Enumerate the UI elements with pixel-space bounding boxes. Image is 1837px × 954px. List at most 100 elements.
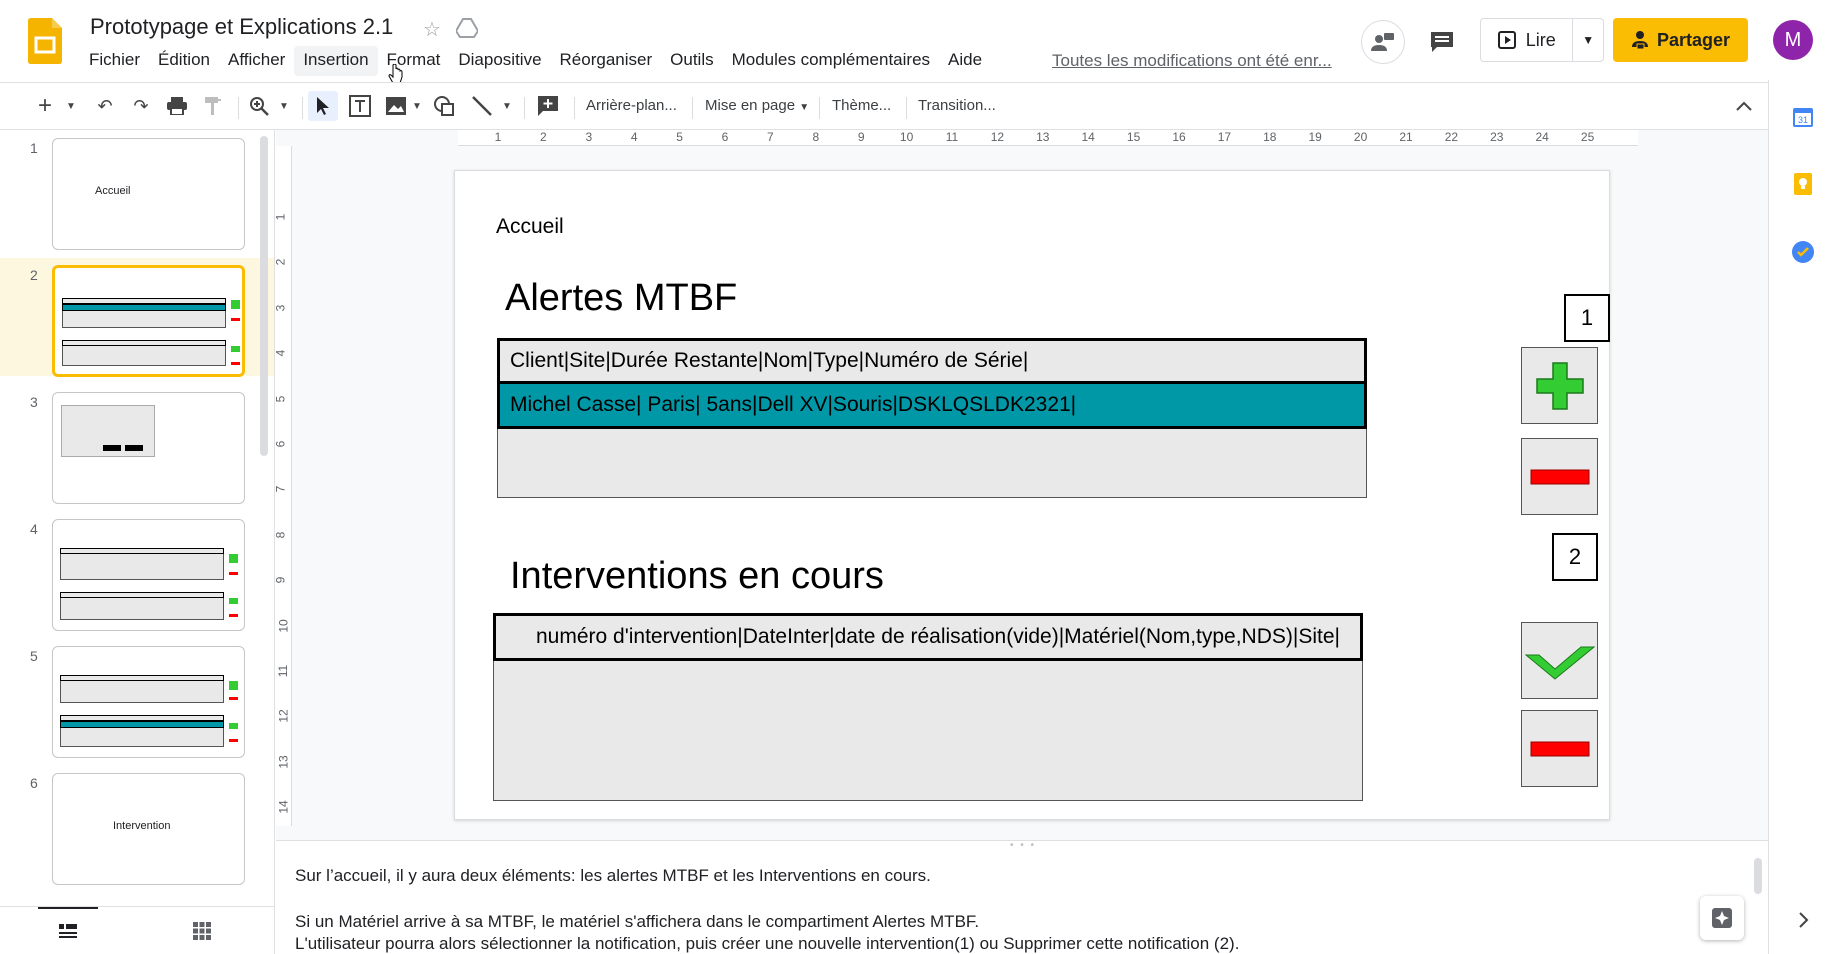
- save-status-link[interactable]: Toutes les modifications ont été enr...: [1052, 51, 1332, 71]
- ruler-tick-label: 20: [1353, 130, 1368, 144]
- comments-button[interactable]: [1420, 20, 1464, 64]
- meet-button[interactable]: [1361, 20, 1405, 64]
- line-dropdown-icon[interactable]: ▼: [500, 91, 514, 121]
- collapse-toolbar-icon[interactable]: [1730, 91, 1758, 121]
- slide-thumbnail-2[interactable]: [52, 265, 245, 377]
- slide-thumbnail-5[interactable]: [52, 646, 245, 758]
- speaker-notes[interactable]: Sur l’accueil, il y aura deux éléments: …: [276, 846, 1768, 954]
- menu-reorganiser[interactable]: Réorganiser: [551, 46, 662, 76]
- background-button[interactable]: Arrière-plan...: [586, 97, 677, 114]
- theme-button[interactable]: Thème...: [832, 97, 891, 114]
- paint-format-icon[interactable]: [200, 91, 226, 121]
- ruler-tick-label: 2: [540, 130, 547, 144]
- shape-icon[interactable]: [430, 91, 458, 121]
- tasks-icon[interactable]: [1791, 240, 1815, 264]
- image-icon[interactable]: [382, 91, 410, 121]
- menu-outils[interactable]: Outils: [661, 46, 722, 76]
- note-line-2[interactable]: Si un Matériel arrive à sa MTBF, le maté…: [295, 912, 979, 932]
- vertical-ruler[interactable]: 1 2 3 4 5 6 7 8 9 10 11 12 13 14: [273, 146, 292, 826]
- menu-aide[interactable]: Aide: [939, 46, 991, 76]
- notes-scrollbar[interactable]: [1754, 858, 1762, 894]
- keep-icon[interactable]: [1791, 172, 1815, 196]
- zoom-dropdown-icon[interactable]: ▼: [276, 91, 292, 121]
- alerts-title[interactable]: Alertes MTBF: [505, 277, 737, 320]
- slide-number: 5: [30, 648, 38, 664]
- horizontal-ruler[interactable]: 1 2 3 4 5 6 7 8 9 10 11 12 13 14 15 16 17 18 19 20 21 22 23 24 2…: [458, 130, 1638, 146]
- slide-number: 3: [30, 394, 38, 410]
- thumbnail-title: Intervention: [113, 820, 171, 832]
- ruler-tick-label: 2: [273, 259, 288, 266]
- line-icon[interactable]: [468, 91, 496, 121]
- marker-1[interactable]: 1: [1564, 294, 1610, 342]
- layout-button[interactable]: Mise en page ▼: [705, 97, 809, 114]
- slides-logo-icon[interactable]: [28, 18, 62, 64]
- zoom-icon[interactable]: [246, 91, 272, 121]
- image-dropdown-icon[interactable]: ▼: [410, 91, 424, 121]
- redo-icon[interactable]: ↷: [128, 91, 154, 121]
- slide-thumbnail-6[interactable]: Intervention: [52, 773, 245, 885]
- interventions-header-row[interactable]: numéro d'intervention|DateInter|date de …: [493, 613, 1363, 661]
- add-comment-icon[interactable]: [534, 91, 562, 121]
- slide-editor[interactable]: Accueil Alertes MTBF Client|Site|Durée R…: [454, 170, 1610, 820]
- new-slide-dropdown-icon[interactable]: ▼: [62, 91, 80, 121]
- ruler-tick-label: 13: [1036, 130, 1050, 144]
- expand-panel-icon[interactable]: [1791, 908, 1815, 932]
- minus-icon: [1530, 741, 1589, 756]
- note-line-3[interactable]: L'utilisateur pourra alors sélectionner …: [295, 934, 1239, 954]
- ruler-tick-label: 5: [273, 395, 288, 402]
- note-line-1[interactable]: Sur l’accueil, il y aura deux éléments: …: [295, 866, 931, 886]
- remove-intervention-button[interactable]: [1521, 710, 1598, 787]
- chevron-down-icon: ▼: [1582, 33, 1595, 47]
- validate-intervention-button[interactable]: [1521, 622, 1598, 699]
- slide-home-label[interactable]: Accueil: [496, 215, 564, 239]
- filmstrip-scrollbar[interactable]: [260, 136, 268, 456]
- slide-thumbnail-1[interactable]: Accueil: [52, 138, 245, 250]
- menu-afficher[interactable]: Afficher: [219, 46, 294, 76]
- undo-icon[interactable]: ↶: [92, 91, 118, 121]
- slide-thumbnail-4[interactable]: [52, 519, 245, 631]
- filmstrip-view-icon[interactable]: [56, 919, 80, 943]
- present-button[interactable]: Lire: [1481, 19, 1574, 61]
- toolbar-divider: [574, 97, 575, 119]
- ruler-tick-label: 10: [276, 618, 291, 633]
- chevron-down-icon: ▼: [799, 102, 810, 113]
- ruler-tick-label: 17: [1217, 130, 1232, 144]
- add-alert-button[interactable]: [1521, 347, 1598, 424]
- slide-number: 2: [30, 267, 38, 283]
- slide-thumbnail-3[interactable]: [52, 392, 245, 504]
- menu-fichier[interactable]: Fichier: [80, 46, 149, 76]
- ruler-tick-label: 23: [1490, 130, 1504, 144]
- explore-sparkle-icon: [1712, 908, 1732, 928]
- menu-modules[interactable]: Modules complémentaires: [723, 46, 939, 76]
- text-box-icon[interactable]: [346, 91, 374, 121]
- star-icon[interactable]: ☆: [423, 17, 441, 42]
- print-icon[interactable]: [164, 91, 190, 121]
- move-to-drive-icon[interactable]: [456, 18, 478, 38]
- ruler-tick-label: 15: [1126, 130, 1141, 144]
- alerts-data-row[interactable]: Michel Casse| Paris| 5ans|Dell XV|Souris…: [497, 381, 1367, 429]
- menu-diapositive[interactable]: Diapositive: [449, 46, 550, 76]
- transition-button[interactable]: Transition...: [918, 97, 996, 114]
- ruler-tick-label: 14: [1081, 130, 1095, 144]
- present-icon: [1497, 31, 1516, 49]
- side-panel: 31: [1768, 80, 1837, 954]
- marker-2[interactable]: 2: [1552, 533, 1598, 581]
- select-pointer-icon[interactable]: [308, 91, 338, 121]
- menu-edition[interactable]: Édition: [149, 46, 219, 76]
- grid-view-icon[interactable]: [190, 919, 214, 943]
- account-avatar[interactable]: M: [1773, 20, 1813, 60]
- explore-button[interactable]: [1700, 896, 1744, 940]
- menu-insertion[interactable]: Insertion: [294, 46, 378, 76]
- interventions-title[interactable]: Interventions en cours: [510, 555, 884, 598]
- app-header: Prototypage et Explications 2.1 ☆ Fichie…: [0, 0, 1837, 84]
- remove-alert-button[interactable]: [1521, 438, 1598, 515]
- plus-icon: [1535, 361, 1584, 410]
- calendar-icon[interactable]: 31: [1791, 105, 1815, 129]
- share-button[interactable]: Partager: [1613, 18, 1748, 62]
- present-options-dropdown[interactable]: ▼: [1573, 19, 1603, 61]
- ruler-tick-label: 1: [273, 213, 288, 221]
- presenter-icon: [1371, 33, 1394, 51]
- new-slide-icon[interactable]: +: [32, 91, 58, 121]
- alerts-header-row[interactable]: Client|Site|Durée Restante|Nom|Type|Numé…: [497, 338, 1367, 384]
- document-title[interactable]: Prototypage et Explications 2.1: [90, 14, 393, 40]
